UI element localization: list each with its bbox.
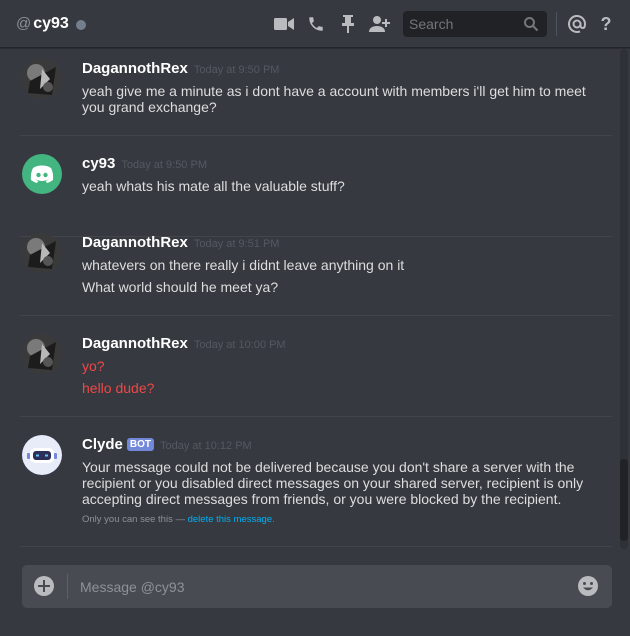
avatar[interactable] xyxy=(22,59,62,99)
message-timestamp: Today at 9:50 PM xyxy=(193,64,280,76)
message-text: What world should he meet ya? xyxy=(82,279,279,295)
message-list: DagannothRex Today at 9:50 PM yeah give m… xyxy=(0,49,618,549)
status-offline-indicator xyxy=(75,19,86,30)
message-timestamp: Today at 9:50 PM xyxy=(121,159,207,171)
message-input[interactable] xyxy=(80,565,560,608)
message-text: hello dude? xyxy=(82,380,155,396)
message-divider xyxy=(20,416,612,417)
search-input[interactable]: Search xyxy=(403,11,547,37)
message-author[interactable]: DagannothRex Today at 10:00 PM xyxy=(82,335,286,352)
composer-divider xyxy=(20,546,612,547)
discord-logo-icon xyxy=(30,165,54,183)
upload-plus-icon[interactable] xyxy=(34,576,54,596)
search-placeholder: Search xyxy=(409,16,454,32)
message-divider xyxy=(20,315,612,316)
video-call-icon[interactable] xyxy=(272,12,296,36)
avatar[interactable] xyxy=(22,435,62,475)
message-composer xyxy=(22,565,612,608)
bot-badge: BOT xyxy=(126,438,154,451)
scrollbar-thumb[interactable] xyxy=(620,459,628,541)
header-divider xyxy=(556,12,557,36)
help-icon[interactable]: ? xyxy=(596,12,616,36)
pin-icon[interactable] xyxy=(336,12,360,36)
channel-name: cy93 xyxy=(33,14,69,32)
at-symbol: @ xyxy=(16,15,32,32)
delete-message-link[interactable]: delete this message. xyxy=(188,514,275,525)
message-text: yo? xyxy=(82,358,105,374)
emoji-picker-icon[interactable] xyxy=(577,575,599,597)
message-author[interactable]: DagannothRex Today at 9:51 PM xyxy=(82,234,279,251)
message-text: yeah whats his mate all the valuable stu… xyxy=(82,178,345,194)
message-text: yeah give me a minute as i dont have a a… xyxy=(82,83,586,115)
message-author[interactable]: cy93 Today at 9:50 PM xyxy=(82,155,207,172)
avatar[interactable] xyxy=(22,233,62,273)
message-timestamp: Today at 10:12 PM xyxy=(159,440,252,452)
composer-divider-vertical xyxy=(67,574,68,599)
message-text: whatevers on there really i didnt leave … xyxy=(82,257,405,273)
message-text: Your message could not be delivered beca… xyxy=(82,459,584,507)
phone-call-icon[interactable] xyxy=(304,12,328,36)
message-divider xyxy=(20,135,612,136)
avatar[interactable] xyxy=(22,154,62,194)
message-author[interactable]: Clyde BOT Today at 10:12 PM xyxy=(82,436,252,453)
avatar[interactable] xyxy=(22,334,62,374)
message-timestamp: Today at 9:51 PM xyxy=(193,238,280,250)
add-friend-icon[interactable] xyxy=(368,12,392,36)
ephemeral-notice: Only you can see this — delete this mess… xyxy=(82,514,275,525)
message-timestamp: Today at 10:00 PM xyxy=(193,339,286,351)
message-author[interactable]: DagannothRex Today at 9:50 PM xyxy=(82,60,279,77)
clyde-bot-icon xyxy=(22,435,62,475)
mention-icon[interactable] xyxy=(565,12,589,36)
ephemeral-text: Only you can see this — xyxy=(82,514,185,525)
channel-header: @ cy93 Search ? xyxy=(0,0,630,48)
search-icon xyxy=(524,17,539,32)
